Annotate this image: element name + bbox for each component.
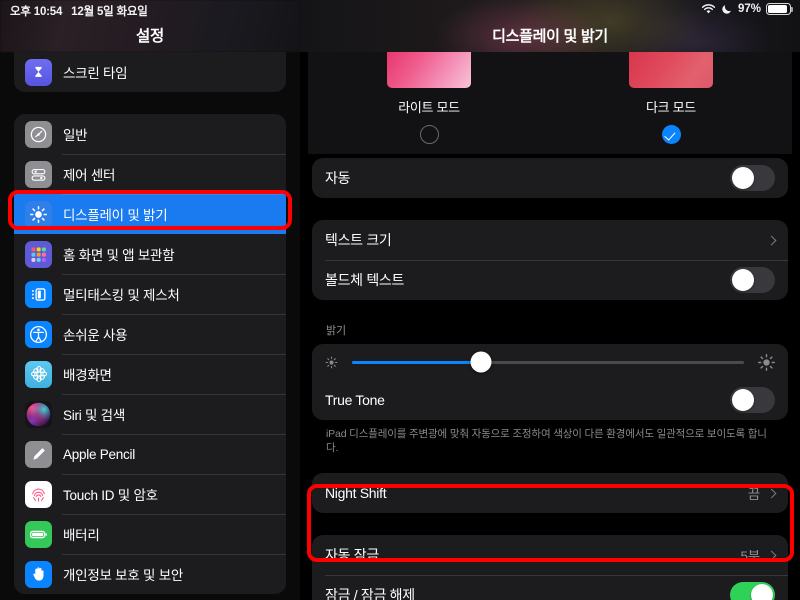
pencil-icon	[25, 440, 52, 468]
brightness-card: True Tone	[312, 344, 788, 420]
sidebar-item-label: 디스플레이 및 밝기	[63, 208, 168, 223]
lock-settings-card: 자동 잠금 5분 잠금 / 잠금 해제	[312, 535, 788, 600]
sidebar-item-siri-search[interactable]: Siri 및 검색	[14, 394, 286, 434]
accessibility-icon	[25, 320, 52, 348]
text-settings-card: 텍스트 크기 볼드체 텍스트	[312, 220, 788, 300]
sidebar-item-accessibility[interactable]: 손쉬운 사용	[14, 314, 286, 354]
fingerprint-icon	[25, 480, 52, 508]
sidebar-group-main: 일반 제어 센터 디스플레이 및 밝기 홈 화면 및 앱 보관함 멀티태스킹 및…	[14, 114, 286, 594]
chevron-right-icon	[766, 488, 777, 499]
auto-appearance-toggle[interactable]	[730, 165, 775, 191]
row-auto-lock[interactable]: 자동 잠금 5분	[312, 535, 788, 575]
row-auto-appearance[interactable]: 자동	[312, 158, 788, 198]
sidebar-item-label: 스크린 타임	[63, 66, 128, 81]
sidebar-item-home-screen[interactable]: 홈 화면 및 앱 보관함	[14, 234, 286, 274]
text-size-label: 텍스트 크기	[325, 232, 392, 248]
siri-icon	[25, 400, 52, 428]
bold-text-toggle[interactable]	[730, 267, 775, 293]
appearance-option-light[interactable]: 라이트 모드	[374, 52, 484, 144]
night-shift-label: Night Shift	[325, 485, 387, 502]
sidebar-item-label: Apple Pencil	[63, 446, 136, 462]
light-mode-label: 라이트 모드	[398, 100, 460, 115]
brightness-sun-icon	[25, 200, 52, 228]
settings-sidebar: 설정 스크린 타임 일반 제어 센터 디스플레이 및 밝기 홈 화면 및 앱 보…	[0, 0, 300, 600]
lock-unlock-toggle[interactable]	[730, 582, 775, 600]
auto-appearance-label: 자동	[325, 170, 351, 186]
row-true-tone[interactable]: True Tone	[312, 380, 788, 420]
night-shift-card: Night Shift 끔	[312, 473, 788, 514]
brightness-slider-fill	[352, 360, 482, 364]
sidebar-item-touch-id-passcode[interactable]: Touch ID 및 암호	[14, 474, 286, 514]
sun-small-icon	[324, 355, 339, 370]
row-night-shift[interactable]: Night Shift 끔	[312, 473, 788, 513]
sidebar-scroll-area[interactable]: 스크린 타임 일반 제어 센터 디스플레이 및 밝기 홈 화면 및 앱 보관함 …	[0, 52, 300, 600]
hourglass-icon	[25, 58, 52, 86]
sidebar-group-screentime: 스크린 타임	[14, 52, 286, 92]
appearance-option-dark[interactable]: 다크 모드	[616, 52, 726, 144]
auto-lock-value: 5분	[740, 549, 760, 565]
row-brightness-slider[interactable]	[312, 344, 788, 380]
brightness-slider-thumb[interactable]	[470, 351, 492, 373]
brightness-slider[interactable]	[352, 351, 744, 373]
auto-appearance-card: 자동	[312, 158, 788, 198]
sidebar-item-label: 배경화면	[63, 368, 112, 383]
sidebar-item-wallpaper[interactable]: 배경화면	[14, 354, 286, 394]
sliders-icon	[25, 160, 52, 188]
battery-green-icon	[25, 520, 52, 548]
sidebar-item-display-and-brightness[interactable]: 디스플레이 및 밝기	[14, 194, 286, 234]
app-grid-icon	[25, 240, 52, 268]
sidebar-item-privacy-security[interactable]: 개인정보 보호 및 보안	[14, 554, 286, 594]
sidebar-item-label: 손쉬운 사용	[63, 328, 128, 343]
sidebar-item-battery[interactable]: 배터리	[14, 514, 286, 554]
bold-text-label: 볼드체 텍스트	[325, 272, 405, 288]
sidebar-item-label: 홈 화면 및 앱 보관함	[63, 248, 175, 263]
gear-icon	[25, 120, 52, 148]
light-mode-radio[interactable]	[419, 125, 439, 144]
sidebar-item-label: 배터리	[63, 528, 100, 543]
chevron-right-icon	[766, 550, 777, 561]
row-bold-text[interactable]: 볼드체 텍스트	[312, 260, 788, 300]
true-tone-footer: iPad 디스플레이를 주변광에 맞춰 자동으로 조정하여 색상이 다른 환경에…	[326, 428, 767, 455]
multitasking-icon	[25, 280, 52, 308]
row-text-size[interactable]: 텍스트 크기	[312, 220, 788, 260]
brightness-section-label: 밝기	[326, 325, 347, 337]
main-scroll-area[interactable]: 라이트 모드 다크 모드 자동 텍스트 크기 볼드체 텍스트 밝기 True T…	[300, 52, 800, 600]
sidebar-item-label: Touch ID 및 암호	[63, 488, 158, 503]
brightness-section: 밝기 True Tone iPad 디스플레이를 주변광에 맞춰 자동으로 조정…	[300, 322, 800, 455]
sidebar-item-label: 멀티태스킹 및 제스처	[63, 288, 180, 303]
night-shift-value: 끔	[747, 487, 760, 503]
true-tone-toggle[interactable]	[730, 387, 775, 413]
sidebar-item-multitasking[interactable]: 멀티태스킹 및 제스처	[14, 274, 286, 314]
sidebar-title: 설정	[136, 28, 164, 45]
lock-unlock-label: 잠금 / 잠금 해제	[325, 587, 415, 600]
wallpaper-flower-icon	[25, 360, 52, 388]
dark-mode-radio[interactable]	[661, 125, 681, 144]
dark-mode-preview	[629, 52, 713, 88]
page-title: 디스플레이 및 밝기	[492, 28, 608, 45]
sun-large-icon	[757, 353, 776, 372]
true-tone-label: True Tone	[325, 392, 385, 408]
sidebar-item-label: 일반	[63, 128, 88, 143]
ipad-settings-screen: 설정 스크린 타임 일반 제어 센터 디스플레이 및 밝기 홈 화면 및 앱 보…	[0, 0, 800, 600]
sidebar-item-label: 개인정보 보호 및 보안	[63, 568, 184, 583]
light-mode-preview	[387, 52, 471, 88]
dark-mode-label: 다크 모드	[646, 100, 696, 115]
chevron-right-icon	[766, 235, 777, 245]
display-brightness-panel: 디스플레이 및 밝기 라이트 모드 다크 모드 자동 텍스트 크기 볼드체 텍스…	[300, 0, 800, 600]
sidebar-item-screen-time[interactable]: 스크린 타임	[14, 52, 286, 92]
appearance-selector: 라이트 모드 다크 모드	[308, 52, 792, 154]
sidebar-item-general[interactable]: 일반	[14, 114, 286, 154]
sidebar-item-apple-pencil[interactable]: Apple Pencil	[14, 434, 286, 474]
hand-privacy-icon	[25, 560, 52, 588]
sidebar-item-label: Siri 및 검색	[63, 408, 126, 423]
row-lock-unlock[interactable]: 잠금 / 잠금 해제	[312, 575, 788, 600]
auto-lock-label: 자동 잠금	[325, 547, 379, 564]
sidebar-item-control-center[interactable]: 제어 센터	[14, 154, 286, 194]
sidebar-item-label: 제어 센터	[63, 168, 116, 183]
